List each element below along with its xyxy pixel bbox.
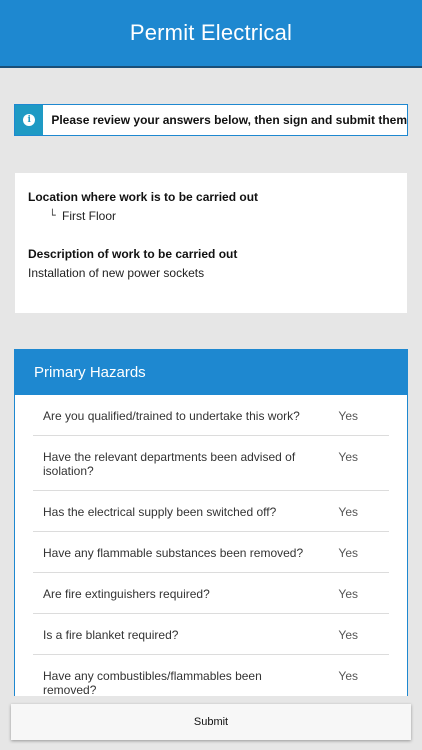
location-label: Location where work is to be carried out	[28, 190, 259, 204]
sub-item-connector-icon: └	[49, 209, 56, 222]
hazard-question: Have the relevant departments been advis…	[43, 450, 296, 478]
notice-text: Please review your answers below, then s…	[51, 113, 407, 127]
hazard-question: Are you qualified/trained to undertake t…	[43, 409, 300, 423]
location-value: First Floor	[62, 209, 116, 223]
hazard-question: Have any combustibles/flammables been re…	[43, 669, 262, 697]
hazard-answer: Yes	[338, 669, 358, 683]
hazard-list: Are you qualified/trained to undertake t…	[33, 395, 389, 708]
page-title: Permit Electrical	[129, 20, 293, 45]
review-notice: i Please review your answers below, then…	[14, 104, 408, 136]
hazard-question: Has the electrical supply been switched …	[43, 505, 277, 519]
hazard-answer: Yes	[338, 505, 358, 519]
description-label: Description of work to be carried out	[28, 247, 238, 261]
hazard-row: Are you qualified/trained to undertake t…	[33, 395, 389, 436]
hazard-row: Have the relevant departments been advis…	[33, 436, 389, 491]
description-value: Installation of new power sockets	[28, 266, 205, 280]
hazard-question: Is a fire blanket required?	[43, 628, 179, 642]
hazard-row: Are fire extinguishers required? Yes	[33, 573, 389, 614]
hazard-answer: Yes	[338, 587, 358, 601]
hazard-answer: Yes	[338, 409, 358, 423]
hazards-title: Primary Hazards	[34, 364, 146, 381]
hazard-row: Has the electrical supply been switched …	[33, 491, 389, 532]
info-icon: i	[23, 114, 36, 126]
submit-button[interactable]: Submit	[11, 704, 411, 740]
hazards-header: Primary Hazards	[15, 350, 407, 395]
hazard-question: Are fire extinguishers required?	[43, 587, 210, 601]
hazard-row: Is a fire blanket required? Yes	[33, 614, 389, 655]
app-bar: Permit Electrical	[0, 0, 422, 68]
hazards-card: Primary Hazards Are you qualified/traine…	[14, 349, 408, 709]
hazard-row: Have any flammable substances been remov…	[33, 532, 389, 573]
hazard-answer: Yes	[338, 628, 358, 642]
hazard-answer: Yes	[338, 546, 358, 560]
hazard-question: Have any flammable substances been remov…	[43, 546, 304, 560]
notice-icon-box: i	[15, 105, 44, 135]
hazard-answer: Yes	[338, 450, 358, 464]
summary-card: Location where work is to be carried out…	[15, 173, 407, 313]
